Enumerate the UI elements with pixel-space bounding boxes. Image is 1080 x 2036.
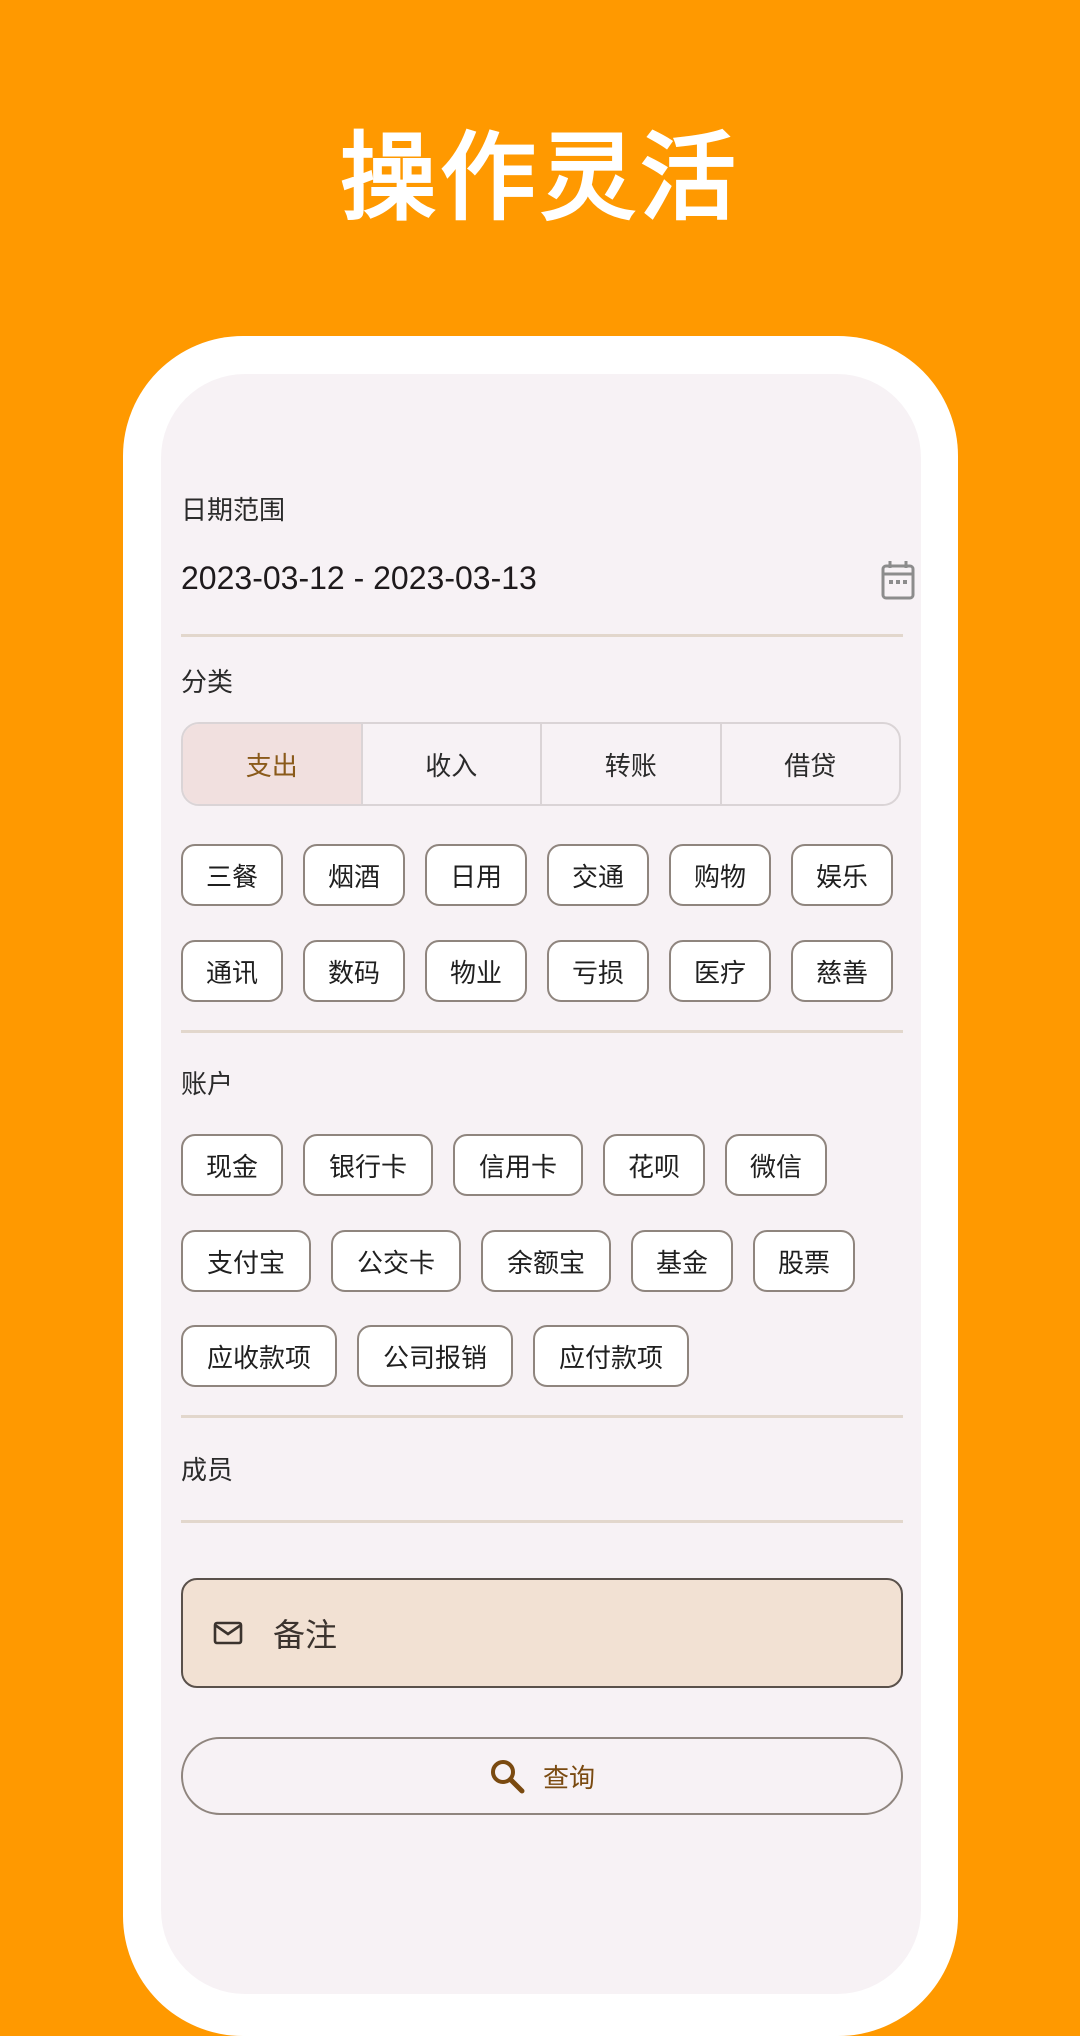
category-chip[interactable]: 医疗 [669, 940, 771, 1002]
category-chip[interactable]: 亏损 [547, 940, 649, 1002]
category-segmented-control: 支出 收入 转账 借贷 [181, 722, 901, 806]
account-chip[interactable]: 银行卡 [303, 1134, 433, 1196]
category-chip[interactable]: 慈善 [791, 940, 893, 1002]
segment-transfer[interactable]: 转账 [542, 724, 722, 804]
account-label: 账户 [181, 1070, 234, 1100]
account-chip[interactable]: 现金 [181, 1134, 283, 1196]
account-chip[interactable]: 信用卡 [453, 1134, 583, 1196]
divider [181, 1030, 903, 1033]
remark-field[interactable]: 备注 [181, 1578, 903, 1688]
mail-icon [213, 1621, 243, 1645]
segment-loan[interactable]: 借贷 [722, 724, 900, 804]
member-label[interactable]: 成员 [181, 1450, 233, 1487]
category-label: 分类 [181, 668, 234, 698]
divider [181, 634, 903, 637]
account-chip[interactable]: 应收款项 [181, 1325, 337, 1387]
account-chip[interactable]: 应付款项 [533, 1325, 689, 1387]
category-chip[interactable]: 通讯 [181, 940, 283, 1002]
calendar-icon[interactable] [881, 560, 915, 600]
account-chip[interactable]: 余额宝 [481, 1230, 611, 1292]
category-chip[interactable]: 物业 [425, 940, 527, 1002]
date-range-value[interactable]: 2023-03-12 - 2023-03-13 [181, 560, 537, 597]
account-chip-row-3: 应收款项 公司报销 应付款项 [181, 1325, 689, 1387]
divider [181, 1415, 903, 1418]
category-chip[interactable]: 三餐 [181, 844, 283, 906]
account-chip[interactable]: 公司报销 [357, 1325, 513, 1387]
category-chip[interactable]: 购物 [669, 844, 771, 906]
account-chip[interactable]: 花呗 [603, 1134, 705, 1196]
category-chip[interactable]: 数码 [303, 940, 405, 1002]
query-button[interactable]: 查询 [181, 1737, 903, 1815]
account-chip[interactable]: 股票 [753, 1230, 855, 1292]
category-chip[interactable]: 交通 [547, 844, 649, 906]
category-chip[interactable]: 日用 [425, 844, 527, 906]
search-icon [490, 1760, 525, 1794]
category-chip[interactable]: 娱乐 [791, 844, 893, 906]
account-chip-row-1: 现金 银行卡 信用卡 花呗 微信 [181, 1134, 827, 1196]
phone-screen: 日期范围 2023-03-12 - 2023-03-13 分类 支出 收入 转账… [161, 374, 921, 1994]
category-chip-row-2: 通讯 数码 物业 亏损 医疗 慈善 [181, 940, 893, 1002]
account-chip[interactable]: 基金 [631, 1230, 733, 1292]
segment-income[interactable]: 收入 [363, 724, 542, 804]
account-chip[interactable]: 微信 [725, 1134, 827, 1196]
hero-title: 操作灵活 [340, 122, 740, 234]
category-chip-row-1: 三餐 烟酒 日用 交通 购物 娱乐 [181, 844, 893, 906]
account-chip[interactable]: 支付宝 [181, 1230, 311, 1292]
category-chip[interactable]: 烟酒 [303, 844, 405, 906]
account-chip[interactable]: 公交卡 [331, 1230, 461, 1292]
remark-placeholder: 备注 [273, 1616, 338, 1654]
segment-expense[interactable]: 支出 [183, 724, 363, 804]
query-button-label: 查询 [542, 1763, 595, 1794]
divider [181, 1520, 903, 1523]
account-chip-row-2: 支付宝 公交卡 余额宝 基金 股票 [181, 1230, 855, 1292]
date-range-label: 日期范围 [181, 496, 286, 526]
